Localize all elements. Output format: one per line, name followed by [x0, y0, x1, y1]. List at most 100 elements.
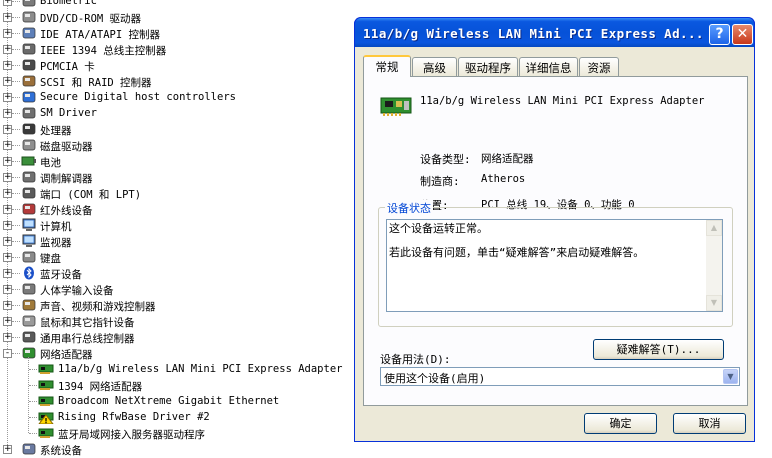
- expand-icon[interactable]: +: [3, 221, 12, 230]
- ok-button[interactable]: 确定: [584, 413, 657, 434]
- expand-icon[interactable]: +: [3, 317, 12, 326]
- tree-connector: [12, 353, 20, 354]
- tree-item-label[interactable]: 端口 (COM 和 LPT): [40, 187, 141, 202]
- expand-icon[interactable]: +: [3, 333, 12, 342]
- expand-icon[interactable]: +: [3, 269, 12, 278]
- tree-connector: [29, 401, 37, 402]
- expand-icon[interactable]: +: [3, 189, 12, 198]
- tree-connector: [12, 33, 20, 34]
- expand-icon[interactable]: +: [3, 445, 12, 454]
- tree-connector: [12, 1, 20, 2]
- tree-item-label[interactable]: PCMCIA 卡: [40, 59, 95, 74]
- tree-item-label[interactable]: 系统设备: [40, 443, 82, 458]
- tab-resources[interactable]: 资源: [579, 57, 619, 76]
- tab-details[interactable]: 详细信息: [519, 57, 578, 76]
- tree-child-label[interactable]: Rising RfwBase Driver #2: [58, 411, 210, 423]
- expand-icon[interactable]: +: [3, 237, 12, 246]
- tree-item-label[interactable]: 计算机: [40, 219, 72, 234]
- scroll-up-icon[interactable]: ▲: [706, 220, 722, 236]
- collapse-icon[interactable]: -: [3, 349, 12, 358]
- expand-icon[interactable]: +: [3, 45, 12, 54]
- tree-item-label[interactable]: 声音、视频和游戏控制器: [40, 299, 156, 314]
- expand-icon[interactable]: +: [3, 173, 12, 182]
- close-button[interactable]: ✕: [732, 24, 753, 45]
- expand-icon[interactable]: +: [3, 13, 12, 22]
- tree-item-label[interactable]: 处理器: [40, 123, 72, 138]
- tree-connector: [12, 161, 20, 162]
- sm-driver-icon: [22, 107, 36, 119]
- tree-connector: [12, 129, 20, 130]
- expand-icon[interactable]: +: [3, 93, 12, 102]
- tree-item-label[interactable]: SCSI 和 RAID 控制器: [40, 75, 152, 90]
- tree-connector: [12, 321, 20, 322]
- keyboard-icon: [22, 251, 36, 263]
- expand-icon[interactable]: +: [3, 157, 12, 166]
- status-scrollbar[interactable]: ▲ ▼: [706, 220, 722, 311]
- expand-icon[interactable]: +: [3, 125, 12, 134]
- scsi-icon: [22, 75, 36, 87]
- tree-item-label[interactable]: 调制解调器: [40, 171, 93, 186]
- tree-connector: [12, 17, 20, 18]
- tree-item-label[interactable]: SM Driver: [40, 107, 97, 119]
- device-usage-label: 设备用法(D):: [380, 353, 451, 366]
- device-usage-select[interactable]: 使用这个设备(启用) ▼: [380, 367, 740, 386]
- device-type-label: 设备类型:: [420, 153, 471, 166]
- expand-icon[interactable]: +: [3, 301, 12, 310]
- tree-child-label[interactable]: 1394 网络适配器: [58, 379, 142, 394]
- tree-item-label[interactable]: 监视器: [40, 235, 72, 250]
- tree-connector: [12, 209, 20, 210]
- tree-item-label[interactable]: 网络适配器: [40, 347, 93, 362]
- tree-item-label[interactable]: IDE ATA/ATAPI 控制器: [40, 27, 160, 42]
- modem-icon: [22, 171, 36, 183]
- expand-icon[interactable]: +: [3, 29, 12, 38]
- computer-icon: [22, 218, 36, 231]
- tab-driver[interactable]: 驱动程序: [458, 57, 518, 76]
- scroll-down-icon[interactable]: ▼: [706, 295, 722, 311]
- help-button[interactable]: ?: [709, 24, 730, 45]
- expand-icon[interactable]: +: [3, 205, 12, 214]
- tab-advanced[interactable]: 高级: [412, 57, 457, 76]
- tree-item-label[interactable]: DVD/CD-ROM 驱动器: [40, 11, 141, 26]
- bluetooth-icon: [24, 266, 34, 280]
- expand-icon[interactable]: +: [3, 109, 12, 118]
- tree-item-label[interactable]: 电池: [40, 155, 61, 170]
- tree-child-label[interactable]: 蓝牙局域网接入服务器驱动程序: [58, 427, 205, 442]
- tree-connector: [12, 305, 20, 306]
- dialog-title-bar[interactable]: 11a/b/g Wireless LAN Mini PCI Express Ad…: [354, 17, 755, 47]
- expand-icon[interactable]: +: [3, 77, 12, 86]
- tree-item-label[interactable]: Biometric: [40, 0, 97, 7]
- general-tab-panel: 11a/b/g Wireless LAN Mini PCI Express Ad…: [363, 76, 748, 406]
- network-adapter-icon: [22, 347, 36, 359]
- tree-item-label[interactable]: 人体学输入设备: [40, 283, 114, 298]
- tree-item-label[interactable]: 红外线设备: [40, 203, 93, 218]
- nic-icon: [38, 380, 54, 390]
- expand-icon[interactable]: +: [3, 253, 12, 262]
- tree-item-label[interactable]: 鼠标和其它指针设备: [40, 315, 135, 330]
- expand-icon[interactable]: +: [3, 141, 12, 150]
- sound-icon: [22, 299, 36, 311]
- tree-child-label[interactable]: Broadcom NetXtreme Gigabit Ethernet: [58, 395, 279, 407]
- cdrom-icon: [22, 11, 36, 23]
- tree-connector: [12, 145, 20, 146]
- expand-icon[interactable]: +: [3, 0, 12, 6]
- troubleshoot-button[interactable]: 疑难解答(T)...: [593, 339, 724, 360]
- tree-child-label[interactable]: 11a/b/g Wireless LAN Mini PCI Express Ad…: [58, 363, 342, 375]
- expand-icon[interactable]: +: [3, 61, 12, 70]
- tree-connector: [29, 369, 37, 370]
- tree-item-label[interactable]: IEEE 1394 总线主控制器: [40, 43, 166, 58]
- mouse-icon: [22, 315, 36, 327]
- tree-item-label[interactable]: 键盘: [40, 251, 61, 266]
- expand-icon[interactable]: +: [3, 285, 12, 294]
- tree-item-label[interactable]: 蓝牙设备: [40, 267, 82, 282]
- tree-item-label[interactable]: Secure Digital host controllers: [40, 91, 236, 103]
- cancel-button[interactable]: 取消: [673, 413, 746, 434]
- tab-general[interactable]: 常规: [363, 55, 411, 77]
- chevron-down-icon[interactable]: ▼: [723, 369, 738, 384]
- properties-dialog: 11a/b/g Wireless LAN Mini PCI Express Ad…: [354, 17, 755, 442]
- tree-item-label[interactable]: 磁盘驱动器: [40, 139, 93, 154]
- device-status-textbox[interactable]: 这个设备运转正常。 若此设备有问题，单击“疑难解答”来启动疑难解答。 ▲ ▼: [386, 219, 723, 312]
- manufacturer-value: Atheros: [481, 173, 526, 185]
- tree-connector: [29, 385, 37, 386]
- tree-item-label[interactable]: 通用串行总线控制器: [40, 331, 135, 346]
- monitor-icon: [22, 234, 36, 247]
